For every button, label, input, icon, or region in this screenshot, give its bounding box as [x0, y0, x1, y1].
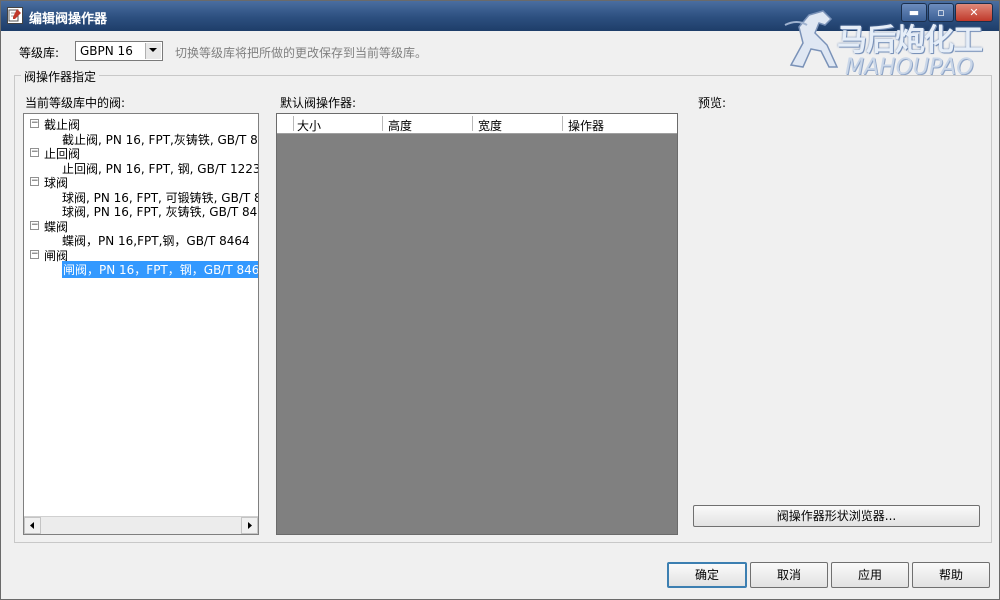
column-size[interactable]: 大小: [297, 117, 321, 134]
valve-tree[interactable]: − 截止阀 截止阀, PN 16, FPT,灰铸铁, GB/T 8 − 止回阀 …: [23, 113, 259, 535]
collapse-icon[interactable]: −: [30, 221, 39, 230]
tree-item-label: 球阀, PN 16, FPT, 灰铸铁, GB/T 8464: [62, 205, 259, 219]
preview-label: 预览:: [698, 96, 727, 110]
column-separator[interactable]: [382, 116, 383, 131]
watermark-text-cn: 马后炮化工: [837, 23, 983, 58]
watermark: 马后炮化工 MAHOUPAO: [781, 3, 1000, 80]
scroll-right-button[interactable]: [241, 517, 258, 534]
column-separator[interactable]: [472, 116, 473, 131]
tree-item-label: 止回阀, PN 16, FPT, 钢, GB/T 12233: [62, 162, 259, 176]
library-hint: 切换等级库将把所做的更改保存到当前等级库。: [175, 46, 428, 60]
library-label: 等级库:: [19, 46, 60, 60]
collapse-icon[interactable]: −: [30, 148, 39, 157]
tree-item-label: 闸阀，PN 16，FPT，钢，GB/T 8464: [62, 261, 258, 278]
dialog-window: 编辑阀操作器 ▬ ▫ ✕ 马后炮化工 MAHOUPAO 等级库: GBPN 16…: [0, 0, 1000, 600]
library-dropdown-value: GBPN 16: [80, 44, 133, 58]
tree-horizontal-scrollbar[interactable]: [24, 516, 258, 534]
arrow-right-icon: [248, 522, 252, 529]
column-operator[interactable]: 操作器: [568, 117, 604, 134]
library-dropdown[interactable]: GBPN 16: [75, 41, 163, 61]
collapse-icon[interactable]: −: [30, 177, 39, 186]
grid-header: 大小 高度 宽度 操作器: [277, 114, 677, 134]
default-operator-label: 默认阀操作器:: [280, 96, 357, 110]
arrow-left-icon: [30, 522, 34, 529]
apply-button[interactable]: 应用: [831, 562, 909, 588]
help-button[interactable]: 帮助: [912, 562, 990, 588]
ok-button[interactable]: 确定: [667, 562, 747, 588]
cancel-button[interactable]: 取消: [750, 562, 828, 588]
tree-item-label: 截止阀, PN 16, FPT,灰铸铁, GB/T 8: [62, 133, 258, 147]
operator-shape-browser-button[interactable]: 阀操作器形状浏览器...: [693, 505, 980, 527]
app-icon: [7, 7, 23, 24]
collapse-icon[interactable]: −: [30, 119, 39, 128]
tree-item-label: 蝶阀，PN 16,FPT,钢，GB/T 8464: [62, 234, 250, 248]
column-separator[interactable]: [293, 116, 294, 131]
tree-label: 当前等级库中的阀:: [25, 96, 126, 110]
group-title: 阀操作器指定: [21, 68, 100, 85]
column-width[interactable]: 宽度: [478, 117, 502, 134]
default-operator-grid[interactable]: 大小 高度 宽度 操作器: [276, 113, 678, 535]
column-height[interactable]: 高度: [388, 117, 412, 134]
collapse-icon[interactable]: −: [30, 250, 39, 259]
chevron-down-icon[interactable]: [145, 43, 161, 59]
column-separator[interactable]: [562, 116, 563, 131]
scroll-left-button[interactable]: [24, 517, 41, 534]
horse-logo-icon: [784, 10, 839, 68]
window-title: 编辑阀操作器: [29, 12, 108, 27]
